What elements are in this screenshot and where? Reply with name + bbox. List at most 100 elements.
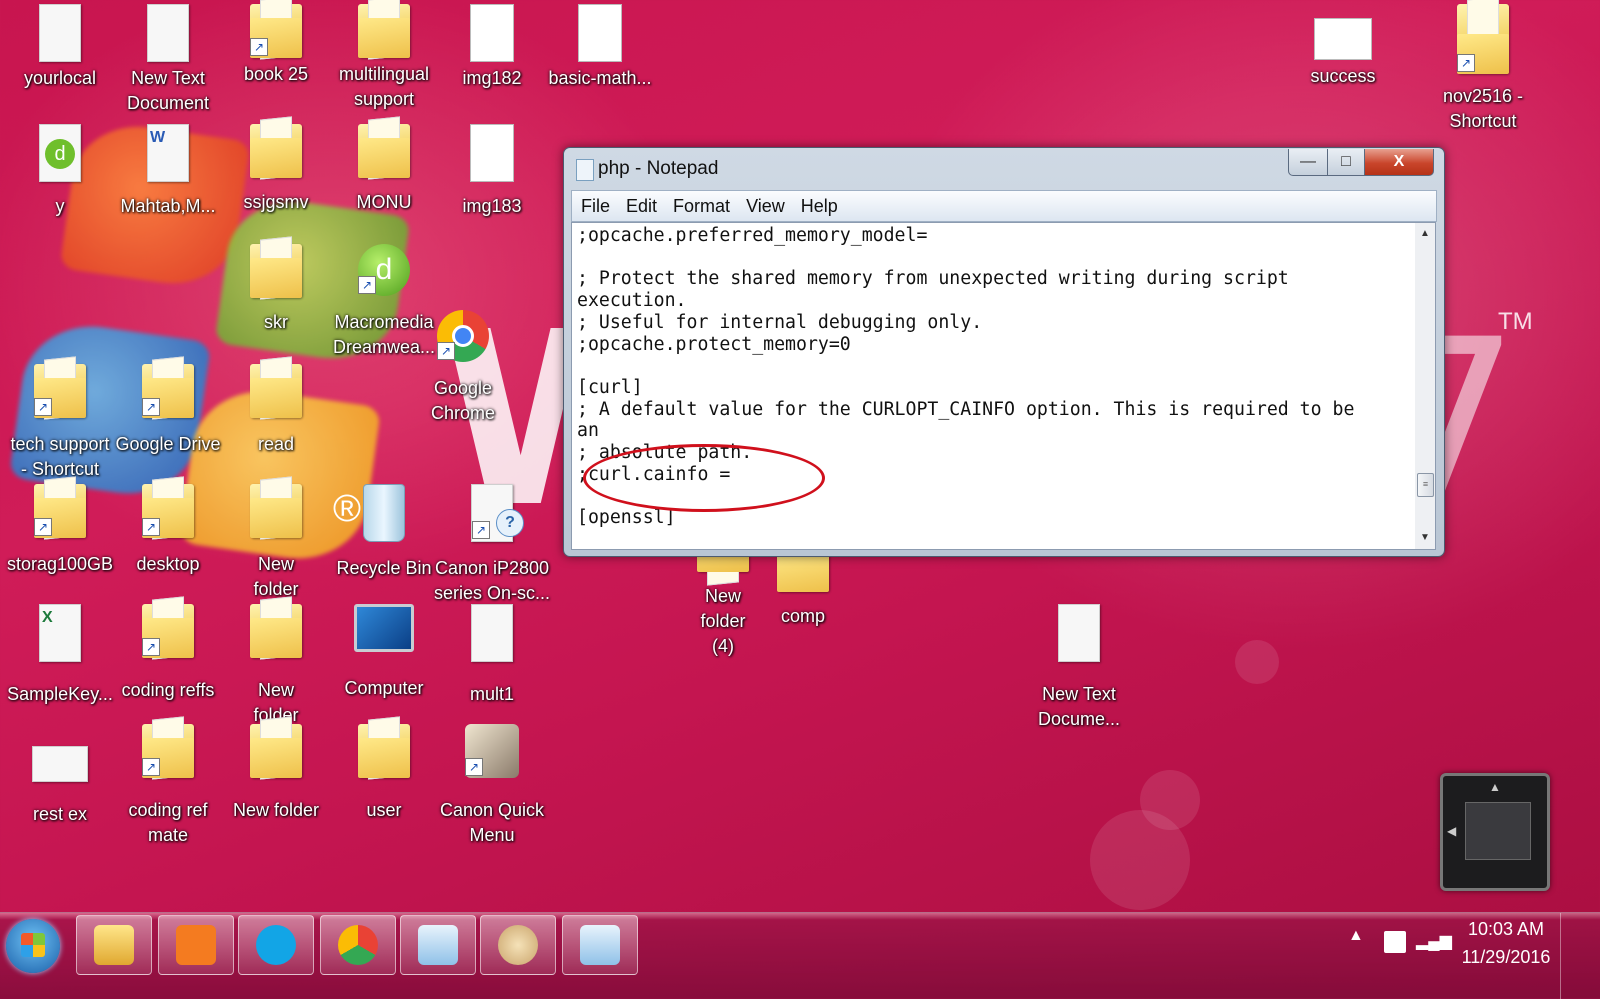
xampp-icon [176, 925, 216, 965]
scroll-down-icon[interactable]: ▼ [1415, 529, 1435, 547]
menu-bar: File Edit Format View Help [571, 190, 1437, 222]
desktop-icon-coding-ref-mate[interactable]: ↗ coding ref mate [115, 724, 221, 848]
desktop-icon-label: Google Chrome [430, 378, 496, 423]
taskbar-google-chrome[interactable] [320, 915, 396, 975]
red-highlight-ellipse [583, 444, 825, 512]
desktop-icon-new-text-document-2[interactable]: New Text Docume... [1026, 604, 1132, 732]
desktop-icon-desktop[interactable]: ↗ desktop [115, 484, 221, 577]
taskbar-xampp[interactable] [158, 915, 234, 975]
skype-icon [256, 925, 296, 965]
desktop-icon-skr[interactable]: skr [223, 244, 329, 335]
desktop-icon-success[interactable]: success [1290, 4, 1396, 89]
taskbar-paint[interactable] [480, 915, 556, 975]
desktop-icon-new-text-document[interactable]: New Text Document [115, 4, 221, 116]
desktop-icon-multilingual-support[interactable]: multilingual support [331, 4, 437, 112]
menu-format[interactable]: Format [664, 191, 737, 221]
start-button[interactable] [6, 919, 60, 973]
taskbar-notepad[interactable] [400, 915, 476, 975]
desktop-icon-new-folder[interactable]: New folder [223, 724, 329, 823]
canon-quick-menu-icon: ↗ [465, 724, 519, 778]
windows-explorer-icon [94, 925, 134, 965]
taskbar: ▲ ▂▄▆ 10:03 AM 11/29/2016 [0, 912, 1600, 999]
taskbar-skype[interactable] [238, 915, 314, 975]
gadget-up-icon[interactable]: ▲ [1489, 780, 1501, 794]
desktop-icon-label: Mahtab,M... [120, 196, 216, 216]
clock-time: 10:03 AM [1467, 919, 1545, 939]
desktop-icon-google-drive[interactable]: ↗ Google Drive [115, 364, 221, 457]
scroll-up-icon[interactable]: ▲ [1415, 225, 1435, 243]
shortcut-arrow-icon: ↗ [142, 638, 160, 656]
desktop-icon-user[interactable]: user [331, 724, 437, 823]
menu-edit[interactable]: Edit [617, 191, 664, 221]
desktop-icon-canon-ip2800[interactable]: ? ↗ Canon iP2800 series On-sc... [434, 484, 550, 606]
folder-shortcut-icon: ↗ [1457, 4, 1509, 74]
desktop-icon-book-25[interactable]: ↗ book 25 [223, 4, 329, 87]
google-drive-icon: ↗ [142, 364, 194, 418]
show-hidden-icons-button[interactable]: ▲ [1348, 927, 1364, 945]
shortcut-arrow-icon: ↗ [34, 398, 52, 416]
maximize-button[interactable]: □ [1327, 149, 1365, 176]
close-button[interactable]: X [1364, 149, 1434, 176]
desktop-gadget[interactable]: ▲ ◀ [1440, 773, 1550, 891]
notepad-icon [580, 925, 620, 965]
desktop-icon-label: user [366, 800, 402, 820]
folder-icon [250, 604, 302, 658]
desktop-icon-google-chrome[interactable]: ↗ Google Chrome [410, 310, 516, 426]
network-icon[interactable]: ▂▄▆ [1416, 931, 1452, 951]
desktop-icon-label: basic-math... [548, 68, 652, 88]
desktop-icon-label: coding ref mate [128, 800, 208, 845]
desktop-icon-canon-quick-menu[interactable]: ↗ Canon Quick Menu [439, 724, 545, 848]
show-desktop-button[interactable] [1560, 913, 1600, 999]
taskbar-windows-explorer[interactable] [76, 915, 152, 975]
desktop-icon-basic-math[interactable]: basic-math... [547, 4, 653, 91]
desktop-icon-tech-support-shortcut[interactable]: ↗ tech support - Shortcut [7, 364, 113, 482]
taskbar-notepad-active[interactable] [562, 915, 638, 975]
menu-file[interactable]: File [572, 191, 617, 221]
desktop-icon-nov2516-shortcut[interactable]: ↗ nov2516 - Shortcut [1430, 4, 1536, 134]
wallpaper-bubble [1140, 770, 1200, 830]
desktop-icon-storag100gb[interactable]: ↗ storag100GB [7, 484, 113, 577]
text-file-icon [1058, 604, 1100, 662]
gadget-left-icon[interactable]: ◀ [1447, 824, 1456, 838]
vertical-scrollbar[interactable]: ▲ ≡ ▼ [1415, 222, 1436, 550]
desktop-icon-mahtab[interactable]: W Mahtab,M... [115, 124, 221, 219]
desktop-icon-mult1[interactable]: mult1 [439, 604, 545, 707]
paint-icon [498, 925, 538, 965]
menu-view[interactable]: View [737, 191, 792, 221]
desktop-icon-computer[interactable]: Computer [331, 604, 437, 701]
desktop-icon-img182[interactable]: img182 [439, 4, 545, 91]
folder-shortcut-icon: ↗ [142, 484, 194, 538]
help-file-icon: ? ↗ [471, 484, 524, 542]
action-center-flag-icon[interactable] [1384, 931, 1406, 953]
chrome-icon: ↗ [437, 310, 489, 362]
folder-icon [358, 124, 410, 178]
desktop-icon-recycle-bin[interactable]: Recycle Bin [331, 484, 437, 581]
desktop-icon-samplekey[interactable]: X SampleKey... [7, 604, 113, 707]
desktop-icon-rest-ex[interactable]: rest ex [7, 724, 113, 827]
desktop-icon-label: coding reffs [121, 680, 215, 700]
desktop-icon-yourlocal[interactable]: yourlocal [7, 4, 113, 91]
excel-file-icon: X [39, 604, 81, 662]
shortcut-arrow-icon: ↗ [34, 518, 52, 536]
text-file-icon [39, 4, 81, 62]
desktop-icon-monu[interactable]: MONU [331, 124, 437, 215]
desktop-icon-ssjgsmv[interactable]: ssjgsmv [223, 124, 329, 215]
minimize-button[interactable]: — [1288, 149, 1328, 176]
desktop-icon-label: Canon iP2800 series On-sc... [433, 558, 551, 603]
computer-icon [354, 604, 414, 652]
desktop-icon-label: New Text Docume... [1037, 684, 1121, 729]
desktop-icon-img183[interactable]: img183 [439, 124, 545, 219]
system-clock[interactable]: 10:03 AM 11/29/2016 [1450, 915, 1562, 971]
gadget-display [1465, 802, 1531, 860]
scanned-document-icon [578, 4, 622, 62]
desktop-icon-label: New Text Document [126, 68, 210, 113]
scanned-document-icon [470, 4, 514, 62]
desktop-icon-label: tech support - Shortcut [10, 434, 110, 479]
desktop-icon-coding-reffs[interactable]: ↗ coding reffs [115, 604, 221, 703]
desktop-icon-read[interactable]: read [223, 364, 329, 457]
menu-help[interactable]: Help [792, 191, 845, 221]
folder-icon [250, 364, 302, 418]
folder-icon [250, 724, 302, 778]
desktop-icon-y[interactable]: dy [7, 124, 113, 219]
scroll-thumb[interactable]: ≡ [1417, 473, 1434, 497]
